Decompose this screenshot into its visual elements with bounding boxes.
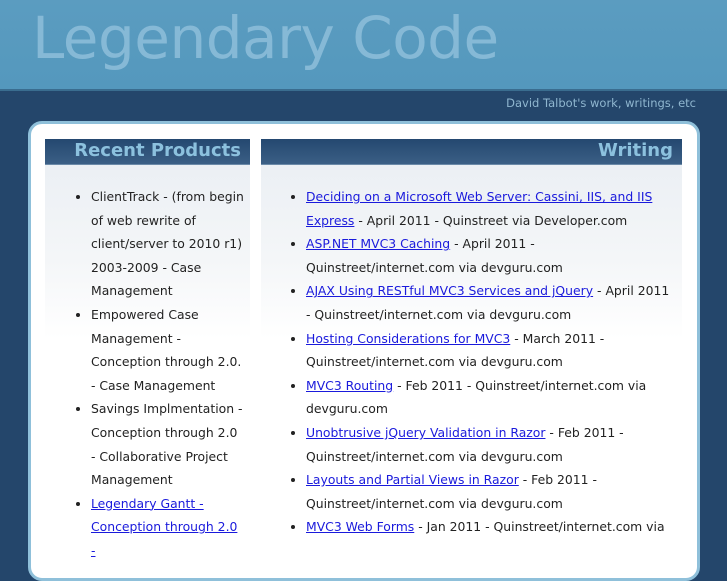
site-title[interactable]: Legendary Code xyxy=(32,4,499,72)
product-link[interactable]: Legendary Gantt - Conception through 2.0… xyxy=(91,496,237,558)
list-item: Empowered Case Management - Conception t… xyxy=(91,303,244,397)
list-item: ASP.NET MVC3 Caching - April 2011 - Quin… xyxy=(306,232,672,279)
products-list: ClientTrack - (from begin of web rewrite… xyxy=(45,185,250,563)
product-text: ClientTrack - (from begin of web rewrite… xyxy=(91,189,244,299)
article-link[interactable]: Hosting Considerations for MVC3 xyxy=(306,331,510,346)
recent-products-section: Recent Products ClientTrack - (from begi… xyxy=(45,139,250,559)
list-item: Layouts and Partial Views in Razor - Feb… xyxy=(306,468,672,515)
list-item: Unobtrusive jQuery Validation in Razor -… xyxy=(306,421,672,468)
article-link[interactable]: ASP.NET MVC3 Caching xyxy=(306,236,450,251)
recent-products-heading: Recent Products xyxy=(45,139,250,165)
article-link[interactable]: AJAX Using RESTful MVC3 Services and jQu… xyxy=(306,283,593,298)
site-header: Legendary Code xyxy=(0,0,727,91)
article-link[interactable]: MVC3 Routing xyxy=(306,378,393,393)
article-link[interactable]: Layouts and Partial Views in Razor xyxy=(306,472,519,487)
article-link[interactable]: MVC3 Web Forms xyxy=(306,519,414,534)
product-text: Empowered Case Management - Conception t… xyxy=(91,306,242,393)
list-item: Savings Implmentation - Conception throu… xyxy=(91,397,244,491)
list-item: AJAX Using RESTful MVC3 Services and jQu… xyxy=(306,279,672,326)
product-text: Savings Implmentation - Conception throu… xyxy=(91,401,243,488)
list-item: Legendary Gantt - Conception through 2.0… xyxy=(91,492,244,563)
writing-heading: Writing xyxy=(261,139,682,165)
site-tagline: David Talbot's work, writings, etc xyxy=(506,96,696,110)
writing-section: Writing Deciding on a Microsoft Web Serv… xyxy=(261,139,682,559)
list-item: ClientTrack - (from begin of web rewrite… xyxy=(91,185,244,303)
writing-list: Deciding on a Microsoft Web Server: Cass… xyxy=(261,185,682,539)
article-meta: - Jan 2011 - Quinstreet/internet.com via xyxy=(414,519,665,535)
list-item: Hosting Considerations for MVC3 - March … xyxy=(306,327,672,374)
list-item: MVC3 Routing - Feb 2011 - Quinstreet/int… xyxy=(306,374,672,421)
article-link[interactable]: Unobtrusive jQuery Validation in Razor xyxy=(306,425,545,440)
list-item: Deciding on a Microsoft Web Server: Cass… xyxy=(306,185,672,232)
list-item: MVC3 Web Forms - Jan 2011 - Quinstreet/i… xyxy=(306,515,672,539)
article-meta: - April 2011 - Quinstreet via Developer.… xyxy=(354,212,628,228)
